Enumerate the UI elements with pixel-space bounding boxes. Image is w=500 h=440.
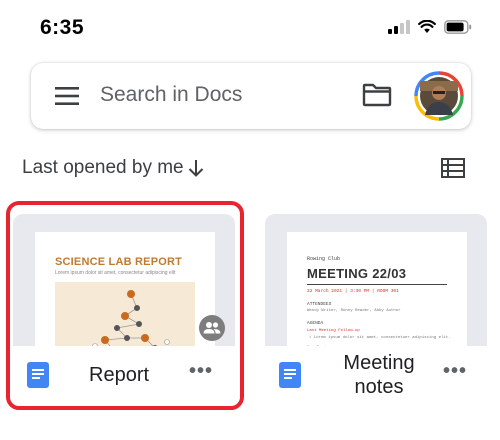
document-card-meeting-notes[interactable]: Rowing Club MEETING 22/03 22 March 2021 …: [265, 214, 487, 404]
selection-highlight: [6, 201, 244, 410]
folder-icon[interactable]: [362, 83, 392, 107]
thumbnail-agenda-label: AGENDA: [307, 321, 324, 326]
document-title[interactable]: Meeting notes: [329, 351, 429, 399]
thumbnail-rule: [307, 284, 447, 285]
thumbnail-item1-text: • Lorem ipsum dolor sit amet, consectetu…: [309, 336, 451, 340]
thumbnail-label: Rowing Club: [307, 256, 341, 262]
search-bar[interactable]: Search in Docs: [31, 63, 471, 129]
status-icons: [388, 20, 472, 34]
document-title-line2: notes: [354, 376, 404, 398]
avatar[interactable]: [414, 71, 464, 121]
thumbnail-date: 22 March 2021 | 3:30 PM | ROOM 301: [307, 289, 399, 294]
thumbnail-heading: MEETING 22/03: [307, 266, 407, 281]
thumbnail-item1: Last Meeting Follow-up: [307, 329, 360, 333]
section-title: Last opened by me: [22, 157, 184, 178]
docs-icon: [279, 362, 301, 388]
card-footer[interactable]: Meeting notes •••: [265, 346, 487, 404]
section-header[interactable]: Last opened by me: [22, 157, 204, 179]
signal-icon: [388, 20, 410, 34]
menu-icon[interactable]: [55, 87, 79, 105]
more-icon[interactable]: •••: [443, 360, 467, 383]
sort-arrow-icon[interactable]: [188, 159, 204, 177]
thumbnail-attendees-label: ATTENDEES: [307, 302, 332, 307]
list-view-icon[interactable]: [441, 158, 465, 178]
thumbnail-attendees: Wendy Writer, Ronny Reader, Abby Author: [307, 309, 401, 313]
battery-icon: [444, 20, 472, 34]
document-title-line1: Meeting: [343, 352, 415, 374]
wifi-icon: [418, 20, 436, 33]
search-input[interactable]: Search in Docs: [100, 83, 242, 107]
status-time: 6:35: [40, 16, 85, 39]
